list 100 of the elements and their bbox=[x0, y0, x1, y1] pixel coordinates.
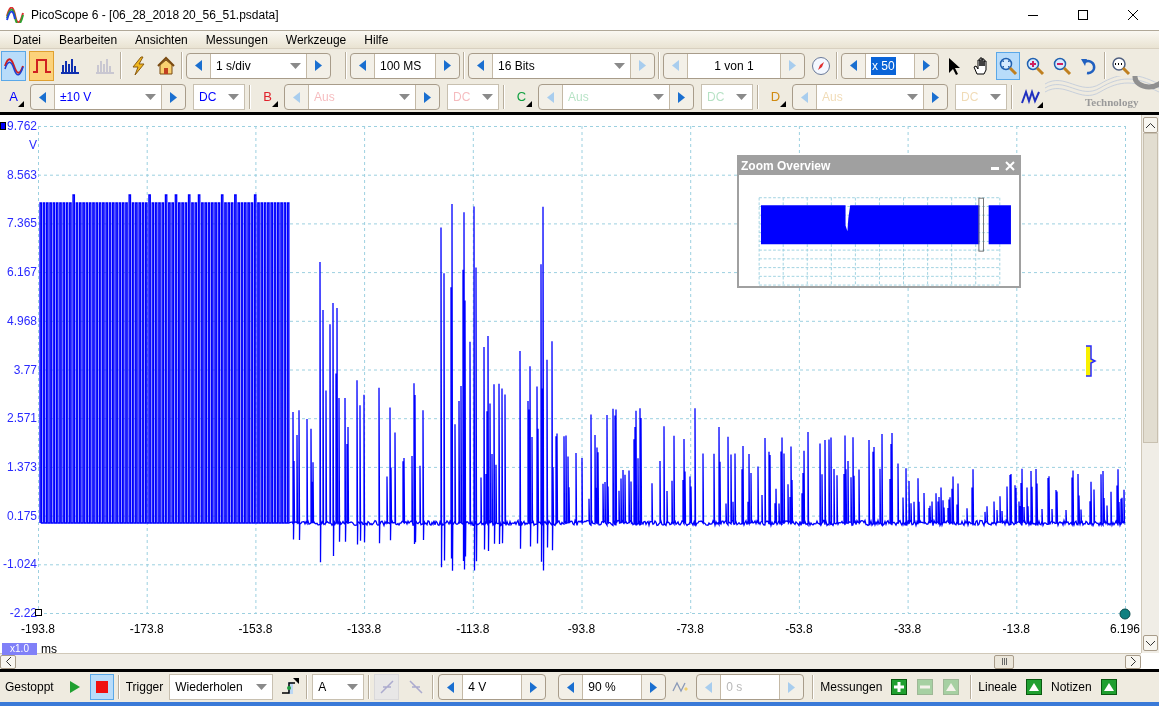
logo-text: Technology bbox=[1085, 95, 1139, 110]
coupling-dropdown[interactable]: DC bbox=[193, 84, 245, 110]
caret-icon bbox=[614, 62, 625, 69]
crossing-edge-icon bbox=[378, 679, 395, 695]
y-axis-label: 7.365 bbox=[6, 216, 37, 231]
resolution-dropdown[interactable]: 16 Bits bbox=[493, 53, 630, 78]
zoom-in-icon bbox=[1025, 55, 1045, 76]
ruler-handle-icon bbox=[1085, 345, 1097, 377]
rising-edge-icon bbox=[280, 678, 299, 696]
stop-button[interactable] bbox=[89, 674, 114, 700]
pretrigger-field[interactable]: 90 % bbox=[583, 675, 642, 699]
caret-icon bbox=[290, 62, 301, 69]
compass-icon bbox=[810, 55, 831, 76]
corner-triangle-icon bbox=[526, 101, 532, 107]
chevron-down-icon bbox=[1146, 640, 1155, 646]
caret-icon bbox=[990, 94, 1001, 100]
play-icon bbox=[69, 681, 80, 693]
caret-icon bbox=[145, 94, 156, 100]
x-axis-label: -193.8 bbox=[21, 622, 55, 636]
right-arrow-icon bbox=[678, 91, 685, 103]
left-arrow-icon bbox=[359, 60, 366, 71]
x-axis-label: -153.8 bbox=[238, 622, 273, 636]
scroll-up-button[interactable] bbox=[1143, 117, 1158, 133]
menu-item[interactable]: Hilfe bbox=[355, 30, 398, 49]
stop-icon bbox=[95, 681, 108, 693]
y-axis-label: 2.571 bbox=[6, 411, 37, 426]
scroll-down-button[interactable] bbox=[1143, 635, 1158, 651]
y-axis-label: 6.167 bbox=[6, 265, 37, 280]
caret-icon bbox=[907, 94, 918, 100]
zoom-factor-field[interactable]: x 50 bbox=[866, 53, 914, 78]
x-axis-label: -173.8 bbox=[129, 622, 164, 636]
y-axis-label: 9.762 bbox=[6, 119, 37, 133]
left-arrow-icon bbox=[705, 681, 713, 693]
left-arrow-icon bbox=[39, 91, 46, 103]
samples-field[interactable]: 100 MS bbox=[375, 53, 435, 78]
maximize-icon[interactable] bbox=[1078, 10, 1088, 20]
menu-item[interactable]: Ansichten bbox=[126, 30, 197, 49]
buffer-field[interactable]: 1 von 1 bbox=[688, 53, 780, 78]
menu-item[interactable]: Bearbeiten bbox=[50, 30, 127, 49]
left-arrow-icon bbox=[477, 60, 484, 71]
left-arrow-icon bbox=[567, 681, 575, 693]
triangle-up-icon bbox=[1100, 679, 1117, 695]
corner-triangle-icon bbox=[18, 101, 24, 107]
house-icon bbox=[155, 55, 176, 76]
x-axis-label: -53.8 bbox=[785, 622, 813, 636]
measurements-label: Messungen bbox=[820, 679, 883, 696]
caret-icon bbox=[482, 94, 493, 100]
channel-button[interactable]: A bbox=[1, 84, 26, 110]
minus-icon bbox=[917, 679, 934, 695]
left-arrow-icon bbox=[547, 91, 554, 103]
sine-wave-icon bbox=[3, 55, 24, 76]
right-arrow-icon bbox=[170, 91, 177, 103]
timebase-dropdown[interactable]: 1 s/div bbox=[211, 53, 306, 78]
triangle-up-icon bbox=[943, 679, 960, 695]
chevron-up-icon bbox=[1146, 122, 1155, 128]
zoom-out-icon bbox=[1052, 55, 1072, 76]
notes-label: Notizen bbox=[1051, 679, 1092, 696]
y-axis-label: -1.024 bbox=[2, 557, 37, 572]
channel-range-dropdown[interactable]: ±10 V bbox=[55, 85, 161, 109]
trigger-mode-dropdown[interactable]: Wiederholen bbox=[169, 674, 274, 700]
status-text: Gestoppt bbox=[5, 679, 54, 696]
grip-icon bbox=[1001, 658, 1007, 665]
caret-icon bbox=[347, 684, 359, 690]
scope-view-button[interactable] bbox=[1, 50, 26, 81]
scroll-right-button[interactable] bbox=[1125, 654, 1141, 669]
close-icon[interactable] bbox=[1128, 10, 1138, 20]
caret-icon bbox=[399, 94, 410, 100]
y-axis-label: 4.968 bbox=[6, 313, 37, 328]
persistence-button[interactable] bbox=[29, 50, 54, 81]
rulers-label: Lineale bbox=[978, 679, 1018, 696]
viewport-marker[interactable] bbox=[978, 197, 984, 252]
trigger-source-dropdown[interactable]: A bbox=[312, 674, 365, 700]
menu-item[interactable]: Werkzeuge bbox=[276, 30, 356, 49]
scrollbar-thumb[interactable] bbox=[994, 654, 1014, 669]
x-axis-label: -133.8 bbox=[347, 622, 382, 636]
trigger-label: Trigger bbox=[125, 679, 164, 696]
app-logo-icon bbox=[6, 7, 24, 23]
y-axis-label: 0.175 bbox=[6, 508, 37, 523]
x-axis-label: -33.8 bbox=[893, 622, 922, 636]
x-axis-label: -113.8 bbox=[456, 622, 490, 636]
right-arrow-icon bbox=[788, 681, 796, 693]
channel-marker-icon bbox=[0, 122, 6, 130]
corner-triangle-icon bbox=[1037, 102, 1043, 108]
channel-button[interactable]: B bbox=[255, 84, 280, 110]
scrollbar-thumb[interactable] bbox=[1143, 133, 1158, 443]
trigger-marker-icon bbox=[1119, 608, 1131, 620]
right-arrow-icon bbox=[923, 60, 930, 71]
menu-item[interactable]: Datei bbox=[4, 30, 50, 49]
crossing-edge-icon bbox=[407, 679, 424, 695]
y-axis-label: 3.77 bbox=[13, 362, 37, 377]
left-arrow-icon bbox=[195, 60, 202, 71]
threshold-field[interactable]: 4 V bbox=[463, 675, 522, 699]
x-axis-label: -13.8 bbox=[1002, 622, 1030, 636]
right-arrow-icon bbox=[639, 60, 646, 71]
right-arrow-icon bbox=[932, 91, 939, 103]
corner-triangle-icon bbox=[780, 101, 786, 107]
x-axis-unit: ms bbox=[41, 641, 57, 658]
x-axis-label: 6.196 bbox=[1110, 622, 1140, 636]
y-axis-label: 1.373 bbox=[6, 459, 37, 474]
menu-item[interactable]: Messungen bbox=[196, 30, 277, 49]
